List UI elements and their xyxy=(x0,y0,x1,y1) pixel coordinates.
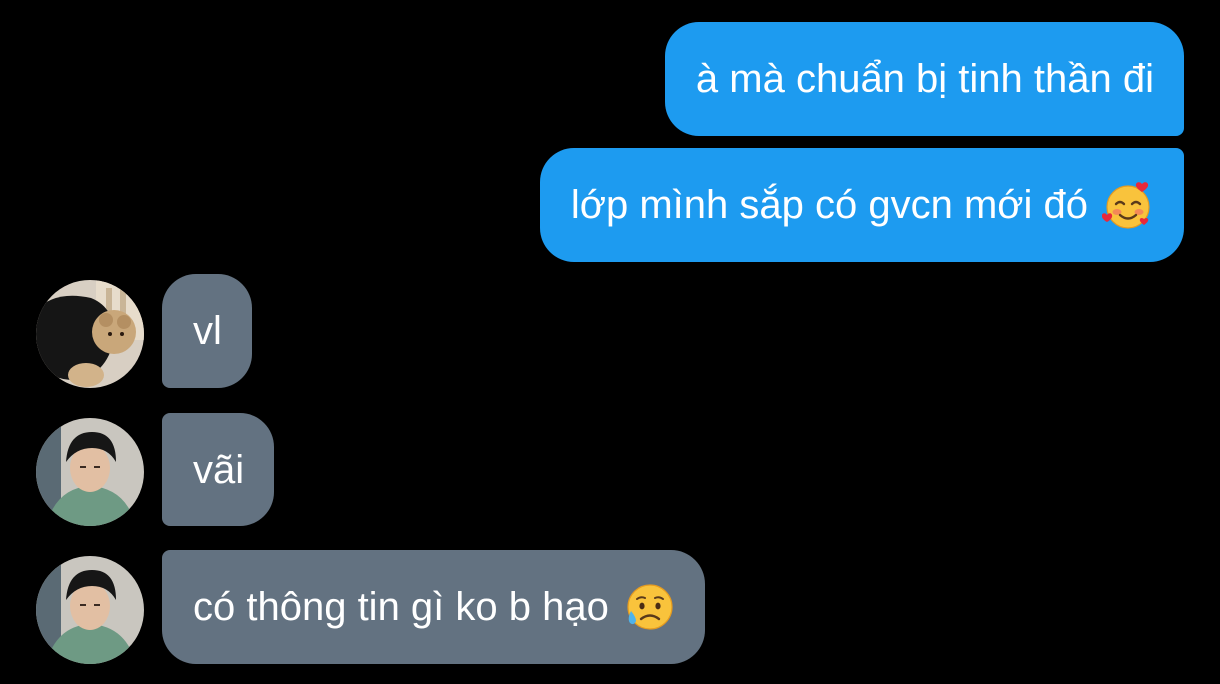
message-text: có thông tin gì ko b hạo xyxy=(193,585,609,629)
sad-but-relieved-face-icon xyxy=(623,581,675,633)
outgoing-message-bubble[interactable]: lớp mình sắp có gvcn mới đó xyxy=(539,148,1184,262)
outgoing-message-bubble[interactable]: à mà chuẩn bị tinh thần đi xyxy=(664,22,1184,136)
message-text: lớp mình sắp có gvcn mới đó xyxy=(570,183,1088,227)
avatar-image xyxy=(36,280,144,388)
incoming-message-bubble[interactable]: vl xyxy=(162,274,252,388)
avatar[interactable] xyxy=(36,280,144,388)
incoming-message-bubble[interactable]: vãi xyxy=(162,413,275,526)
smiling-face-with-hearts-icon xyxy=(1101,179,1154,231)
avatar[interactable] xyxy=(36,418,144,526)
message-text: à mà chuẩn bị tinh thần đi xyxy=(695,57,1154,101)
message-text: vl xyxy=(193,309,222,353)
message-text: vãi xyxy=(193,447,245,492)
avatar-image xyxy=(36,418,144,526)
avatar-image xyxy=(36,556,144,664)
incoming-message-bubble[interactable]: có thông tin gì ko b hạo xyxy=(162,550,705,664)
avatar[interactable] xyxy=(36,556,144,664)
